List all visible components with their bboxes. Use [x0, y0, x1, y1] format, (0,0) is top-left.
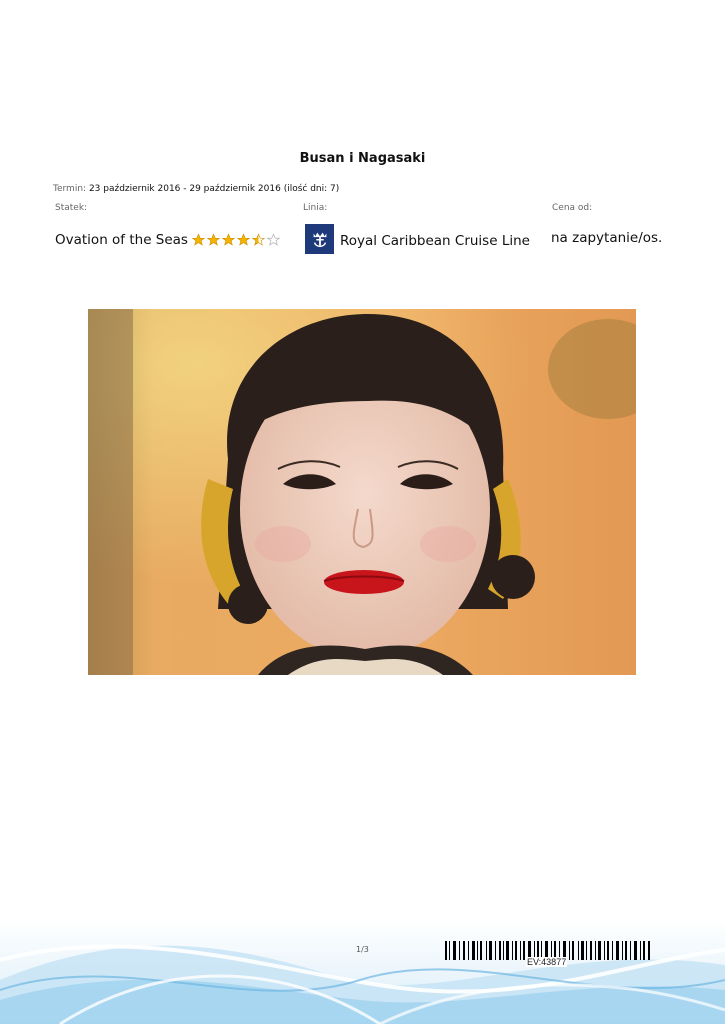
star-full-icon — [206, 233, 221, 246]
star-empty-icon — [266, 233, 281, 246]
crown-anchor-icon — [305, 224, 334, 254]
barcode-text: EV:43877 — [526, 957, 568, 967]
ship-rating-stars — [191, 233, 281, 247]
line-column-label: Linia: — [303, 203, 328, 213]
footer-waves-decoration — [0, 920, 725, 1024]
portrait-photo-image — [88, 309, 636, 675]
star-full-icon — [236, 233, 251, 246]
price-value: na zapytanie/os. — [551, 230, 663, 246]
termin-value: 23 październik 2016 - 29 październik 201… — [88, 184, 340, 194]
destination-photo — [88, 309, 636, 675]
termin-label: Termin: — [53, 184, 87, 194]
cruise-line-name: Royal Caribbean Cruise Line — [340, 233, 530, 249]
page-number: 1/3 — [356, 945, 369, 954]
star-full-icon — [191, 233, 206, 246]
ship-name: Ovation of the Seas — [55, 232, 188, 248]
page-title: Busan i Nagasaki — [299, 151, 426, 166]
termin-row: Termin: 23 październik 2016 - 29 paździe… — [53, 184, 339, 194]
price-column-label: Cena od: — [552, 203, 593, 213]
ship-column-label: Statek: — [55, 203, 88, 213]
ship-info: Ovation of the Seas — [55, 232, 281, 248]
star-full-icon — [221, 233, 236, 246]
star-half-icon — [251, 233, 266, 246]
